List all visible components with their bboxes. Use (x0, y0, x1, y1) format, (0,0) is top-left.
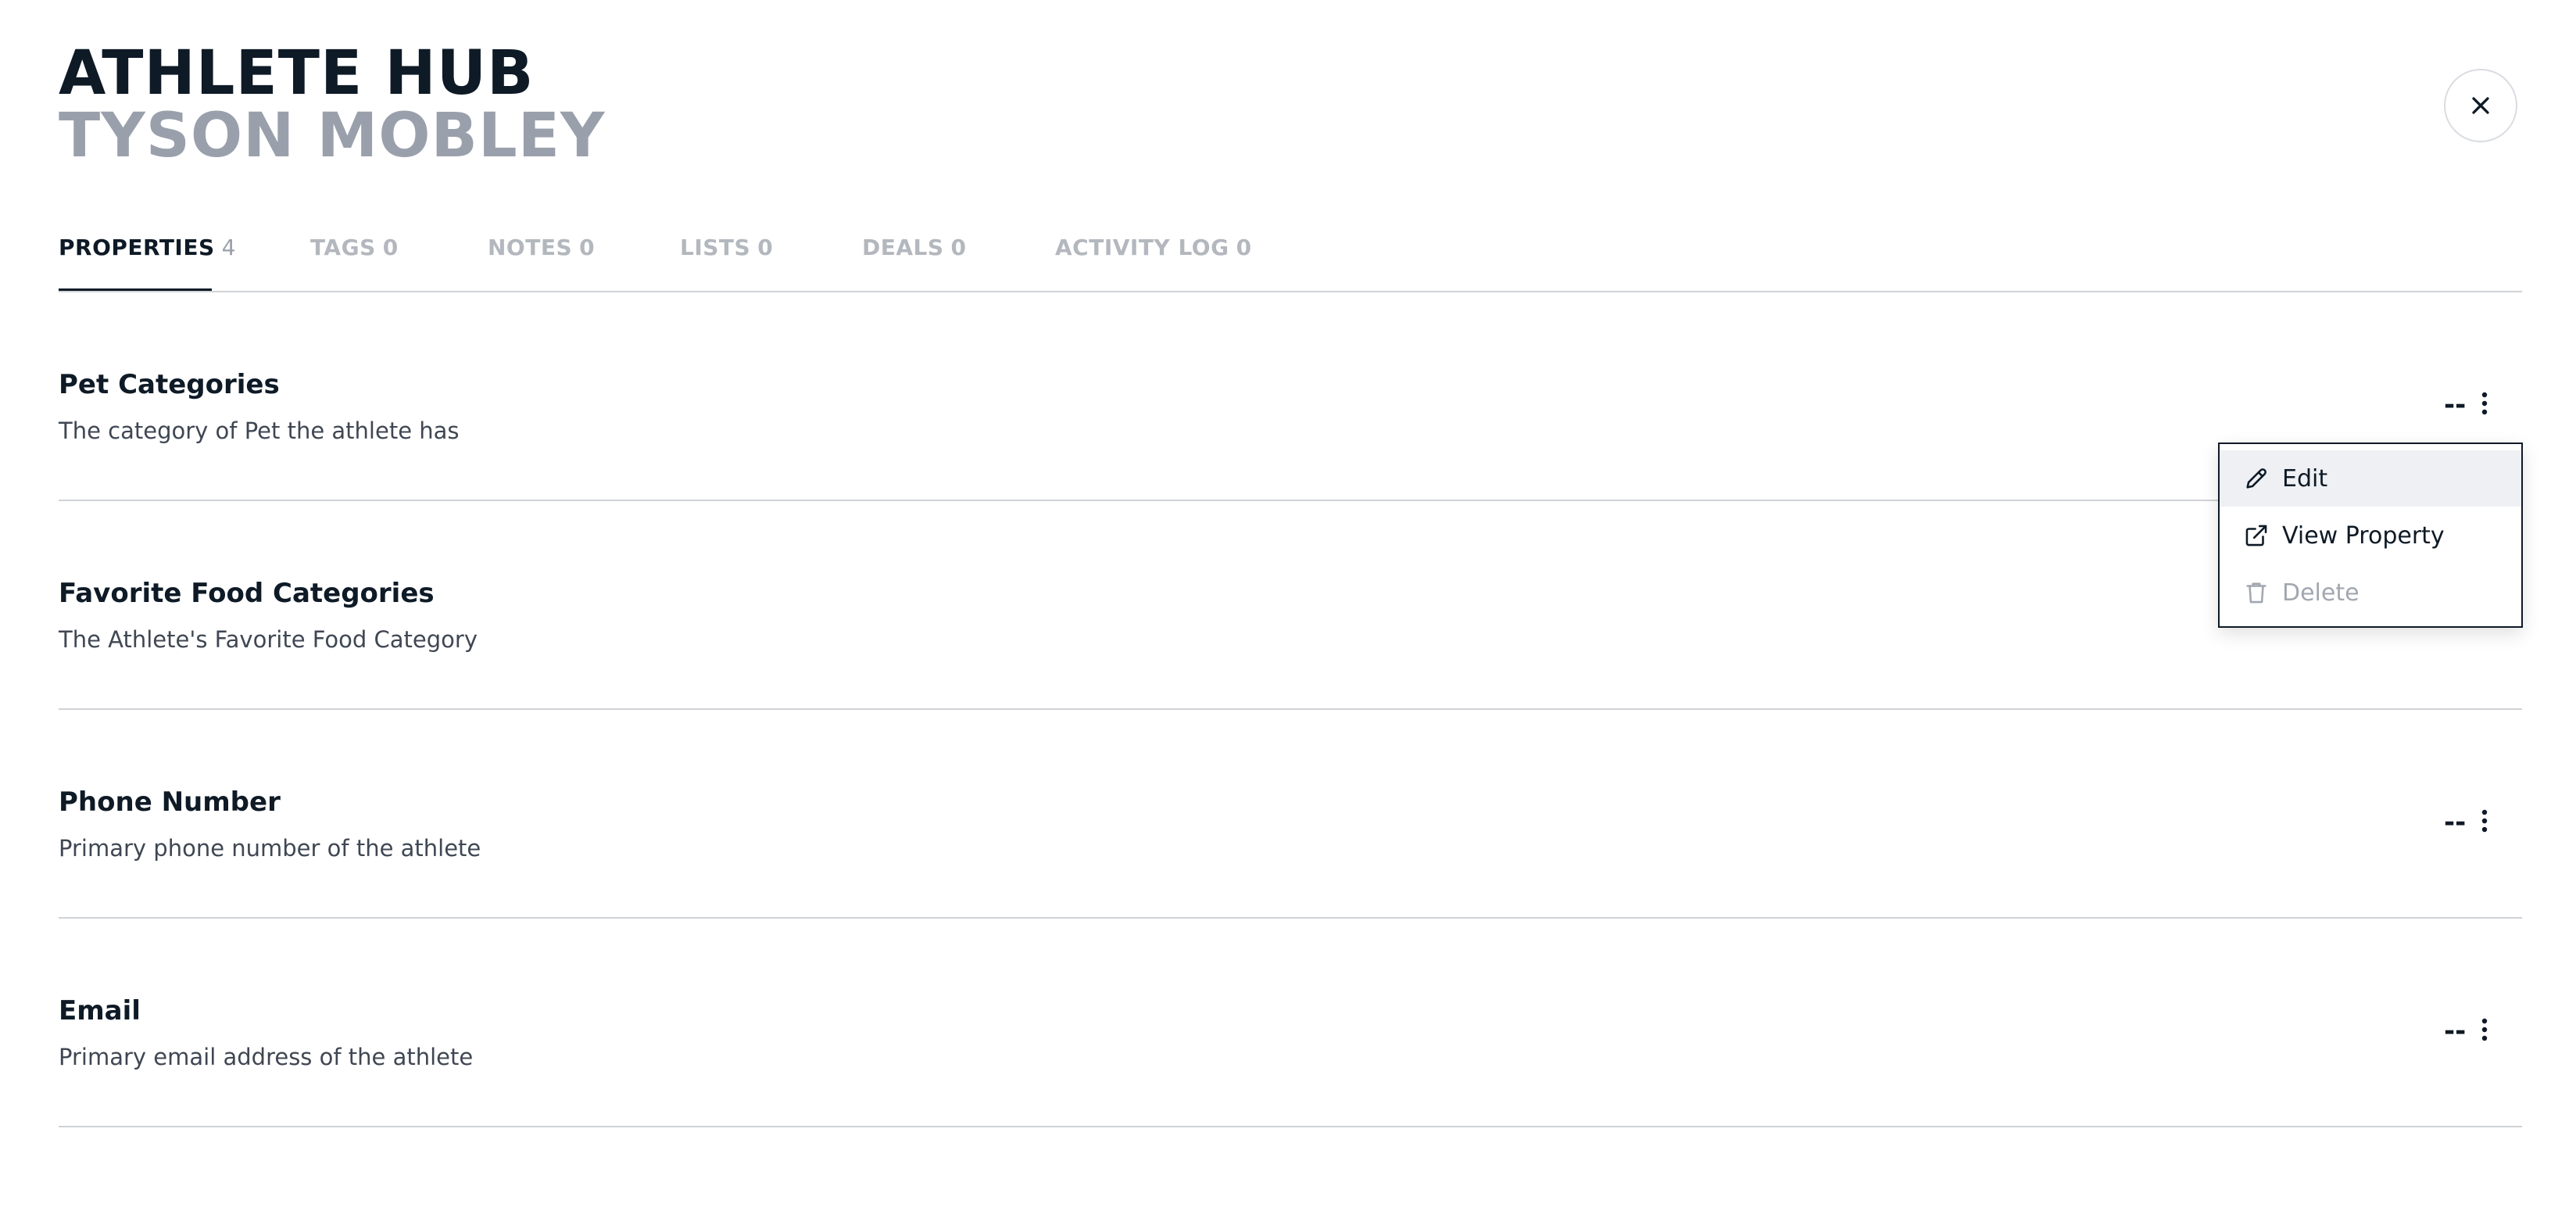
page-title: ATHLETE HUB (59, 38, 535, 109)
pencil-icon (2243, 464, 2273, 493)
tab-count: 0 (1236, 235, 1252, 260)
tab-label: PROPERTIES (59, 235, 215, 260)
property-title: Favorite Food Categories (59, 578, 435, 609)
tab-count: 4 (221, 235, 236, 260)
menu-item-delete[interactable]: Delete (2220, 564, 2521, 621)
tab-tags[interactable]: TAGS 0 (310, 235, 399, 291)
menu-item-edit[interactable]: Edit (2220, 450, 2521, 507)
property-row-email: Email Primary email address of the athle… (59, 919, 2522, 1127)
tab-lists[interactable]: LISTS 0 (680, 235, 773, 291)
property-row-pet-categories: Pet Categories The category of Pet the a… (59, 292, 2522, 501)
tab-activity-log[interactable]: ACTIVITY LOG 0 (1055, 235, 1252, 291)
menu-item-view-property[interactable]: View Property (2220, 507, 2521, 564)
tab-deals[interactable]: DEALS 0 (862, 235, 967, 291)
tab-bar: PROPERTIES 4 TAGS 0 NOTES 0 LISTS 0 DEALS 0 A… (59, 235, 2522, 292)
tab-count: 0 (950, 235, 967, 260)
more-vertical-icon (2480, 391, 2489, 416)
tab-label: DEALS (862, 235, 944, 260)
external-link-icon (2243, 521, 2273, 550)
more-options-button[interactable] (2470, 1011, 2499, 1048)
property-description: Primary phone number of the athlete (59, 835, 481, 862)
property-title: Pet Categories (59, 369, 280, 400)
property-actions-menu: Edit View Property Delete (2218, 443, 2523, 628)
property-value: -- (2444, 807, 2467, 838)
more-vertical-icon (2480, 1017, 2489, 1042)
trash-icon (2243, 578, 2273, 607)
athlete-name: TYSON MOBLEY (59, 101, 606, 171)
tab-count: 0 (757, 235, 774, 260)
property-description: The category of Pet the athlete has (59, 417, 460, 444)
close-button[interactable] (2444, 69, 2517, 142)
tab-count: 0 (382, 235, 399, 260)
property-value: -- (2444, 389, 2467, 421)
tab-label: TAGS (310, 235, 376, 260)
property-title: Email (59, 995, 141, 1027)
tab-notes[interactable]: NOTES 0 (488, 235, 595, 291)
tab-label: ACTIVITY LOG (1055, 235, 1229, 260)
property-title: Phone Number (59, 786, 281, 818)
more-options-button[interactable] (2470, 802, 2499, 840)
property-row-phone-number: Phone Number Primary phone number of the… (59, 710, 2522, 919)
tab-label: LISTS (680, 235, 751, 260)
menu-item-label: Delete (2282, 579, 2360, 607)
more-options-button[interactable] (2470, 385, 2499, 422)
menu-item-label: View Property (2282, 521, 2445, 550)
menu-item-label: Edit (2282, 464, 2328, 493)
property-row-favorite-food: Favorite Food Categories The Athlete's F… (59, 501, 2522, 710)
tab-label: NOTES (488, 235, 573, 260)
property-description: The Athlete's Favorite Food Category (59, 626, 478, 653)
close-icon (2467, 91, 2495, 120)
tab-properties[interactable]: PROPERTIES 4 (59, 235, 235, 291)
tab-count: 0 (579, 235, 596, 260)
property-description: Primary email address of the athlete (59, 1044, 474, 1070)
more-vertical-icon (2480, 808, 2489, 833)
property-value: -- (2444, 1016, 2467, 1047)
